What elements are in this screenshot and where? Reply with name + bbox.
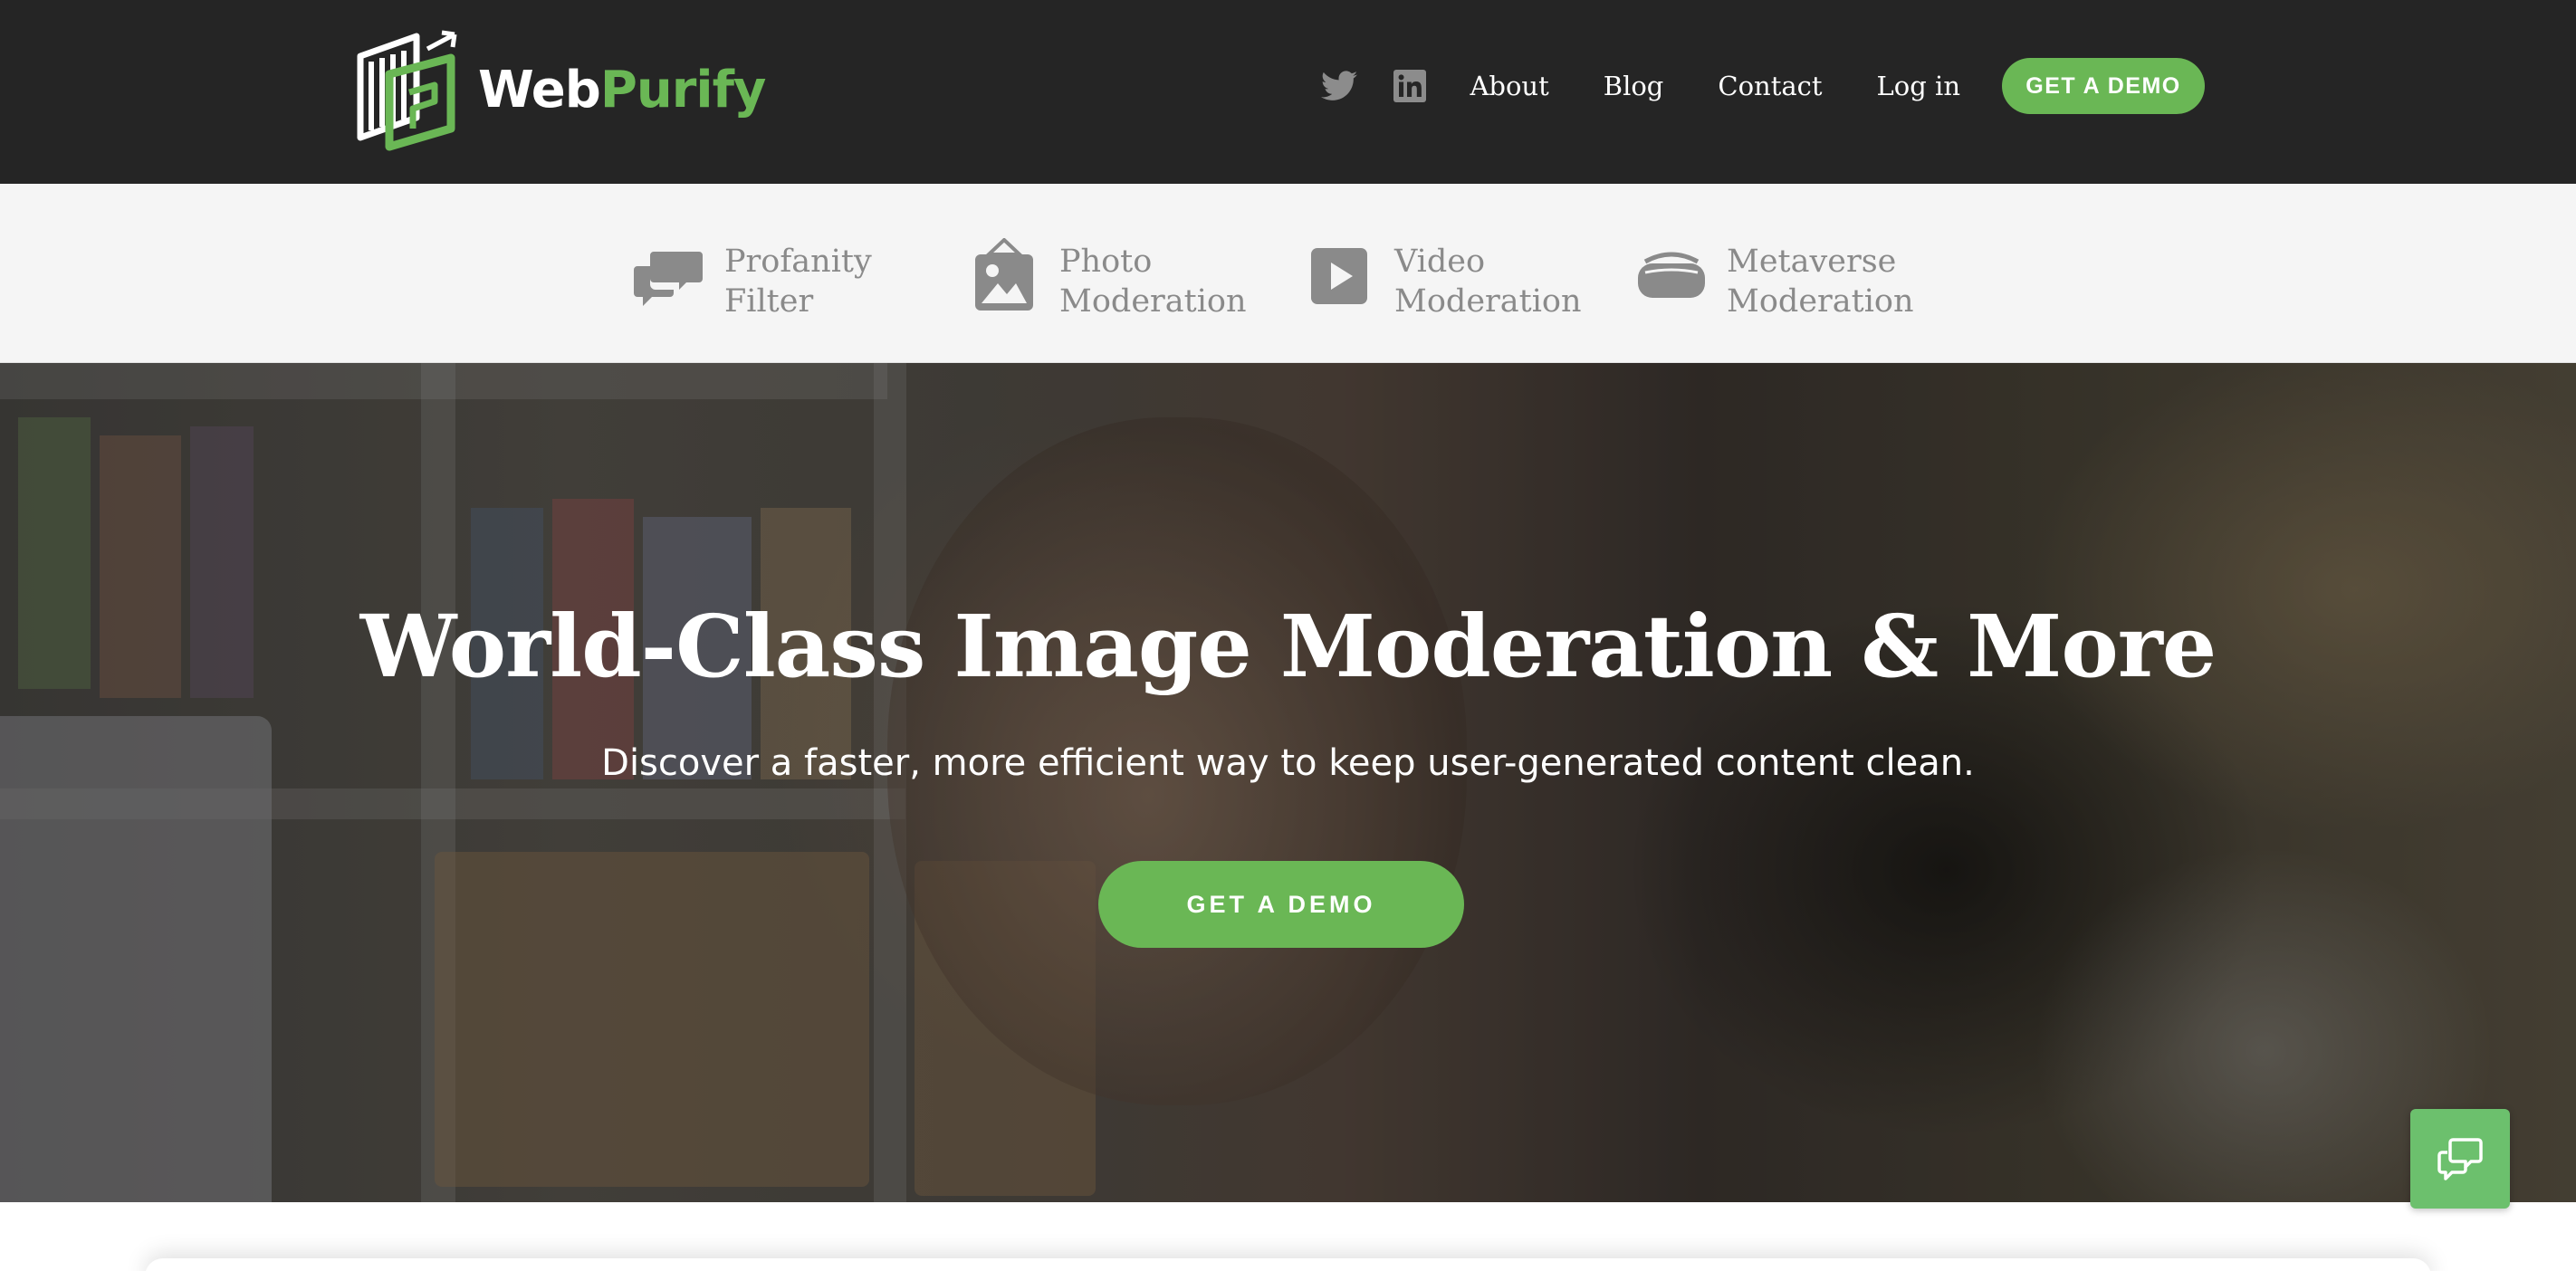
hero-subtitle: Discover a faster, more efficient way to… xyxy=(601,742,1975,784)
chat-bubbles-icon xyxy=(2437,1138,2483,1180)
play-icon xyxy=(1304,240,1374,312)
linkedin-icon xyxy=(1393,70,1427,102)
main-nav: About Blog Contact Log in GET A DEMO xyxy=(1319,56,2205,116)
get-a-demo-header-button[interactable]: GET A DEMO xyxy=(2002,58,2205,114)
framed-picture-icon xyxy=(969,238,1039,312)
nav-about[interactable]: About xyxy=(1470,71,1548,101)
speech-bubbles-icon xyxy=(634,240,704,312)
product-nav: Profanity Filter Photo Moderation Video … xyxy=(0,184,2576,363)
content-card xyxy=(145,1258,2431,1271)
hero-title: World-Class Image Moderation & More xyxy=(359,597,2217,697)
logo-wordmark: WebPurify xyxy=(478,65,766,116)
get-a-demo-hero-button[interactable]: GET A DEMO xyxy=(1098,861,1464,948)
product-label: Profanity Filter xyxy=(724,244,872,320)
hero-section: World-Class Image Moderation & More Disc… xyxy=(0,363,2576,1202)
logo-cube-icon xyxy=(357,30,457,151)
nav-login[interactable]: Log in xyxy=(1877,71,1960,101)
logo-text-web: Web xyxy=(478,61,601,119)
twitter-icon xyxy=(1321,71,1358,100)
twitter-link[interactable] xyxy=(1319,66,1359,106)
product-photo-moderation[interactable]: Photo Moderation xyxy=(969,238,1247,321)
site-header: WebPurify About Blog Contact Log in GET … xyxy=(0,0,2576,184)
nav-blog[interactable]: Blog xyxy=(1604,71,1664,101)
product-label: Metaverse Moderation xyxy=(1727,244,1914,320)
content-section xyxy=(0,1202,2576,1271)
webpurify-logo[interactable]: WebPurify xyxy=(353,29,766,152)
linkedin-link[interactable] xyxy=(1390,66,1430,106)
product-label: Video Moderation xyxy=(1394,244,1582,320)
nav-contact[interactable]: Contact xyxy=(1718,71,1822,101)
chat-widget-button[interactable] xyxy=(2410,1109,2510,1209)
vr-headset-icon xyxy=(1636,240,1707,312)
product-metaverse-moderation[interactable]: Metaverse Moderation xyxy=(1636,240,1914,321)
product-video-moderation[interactable]: Video Moderation xyxy=(1304,240,1582,321)
product-profanity-filter[interactable]: Profanity Filter xyxy=(634,240,872,321)
product-label: Photo Moderation xyxy=(1059,244,1247,320)
logo-text-purify: Purify xyxy=(599,61,767,119)
